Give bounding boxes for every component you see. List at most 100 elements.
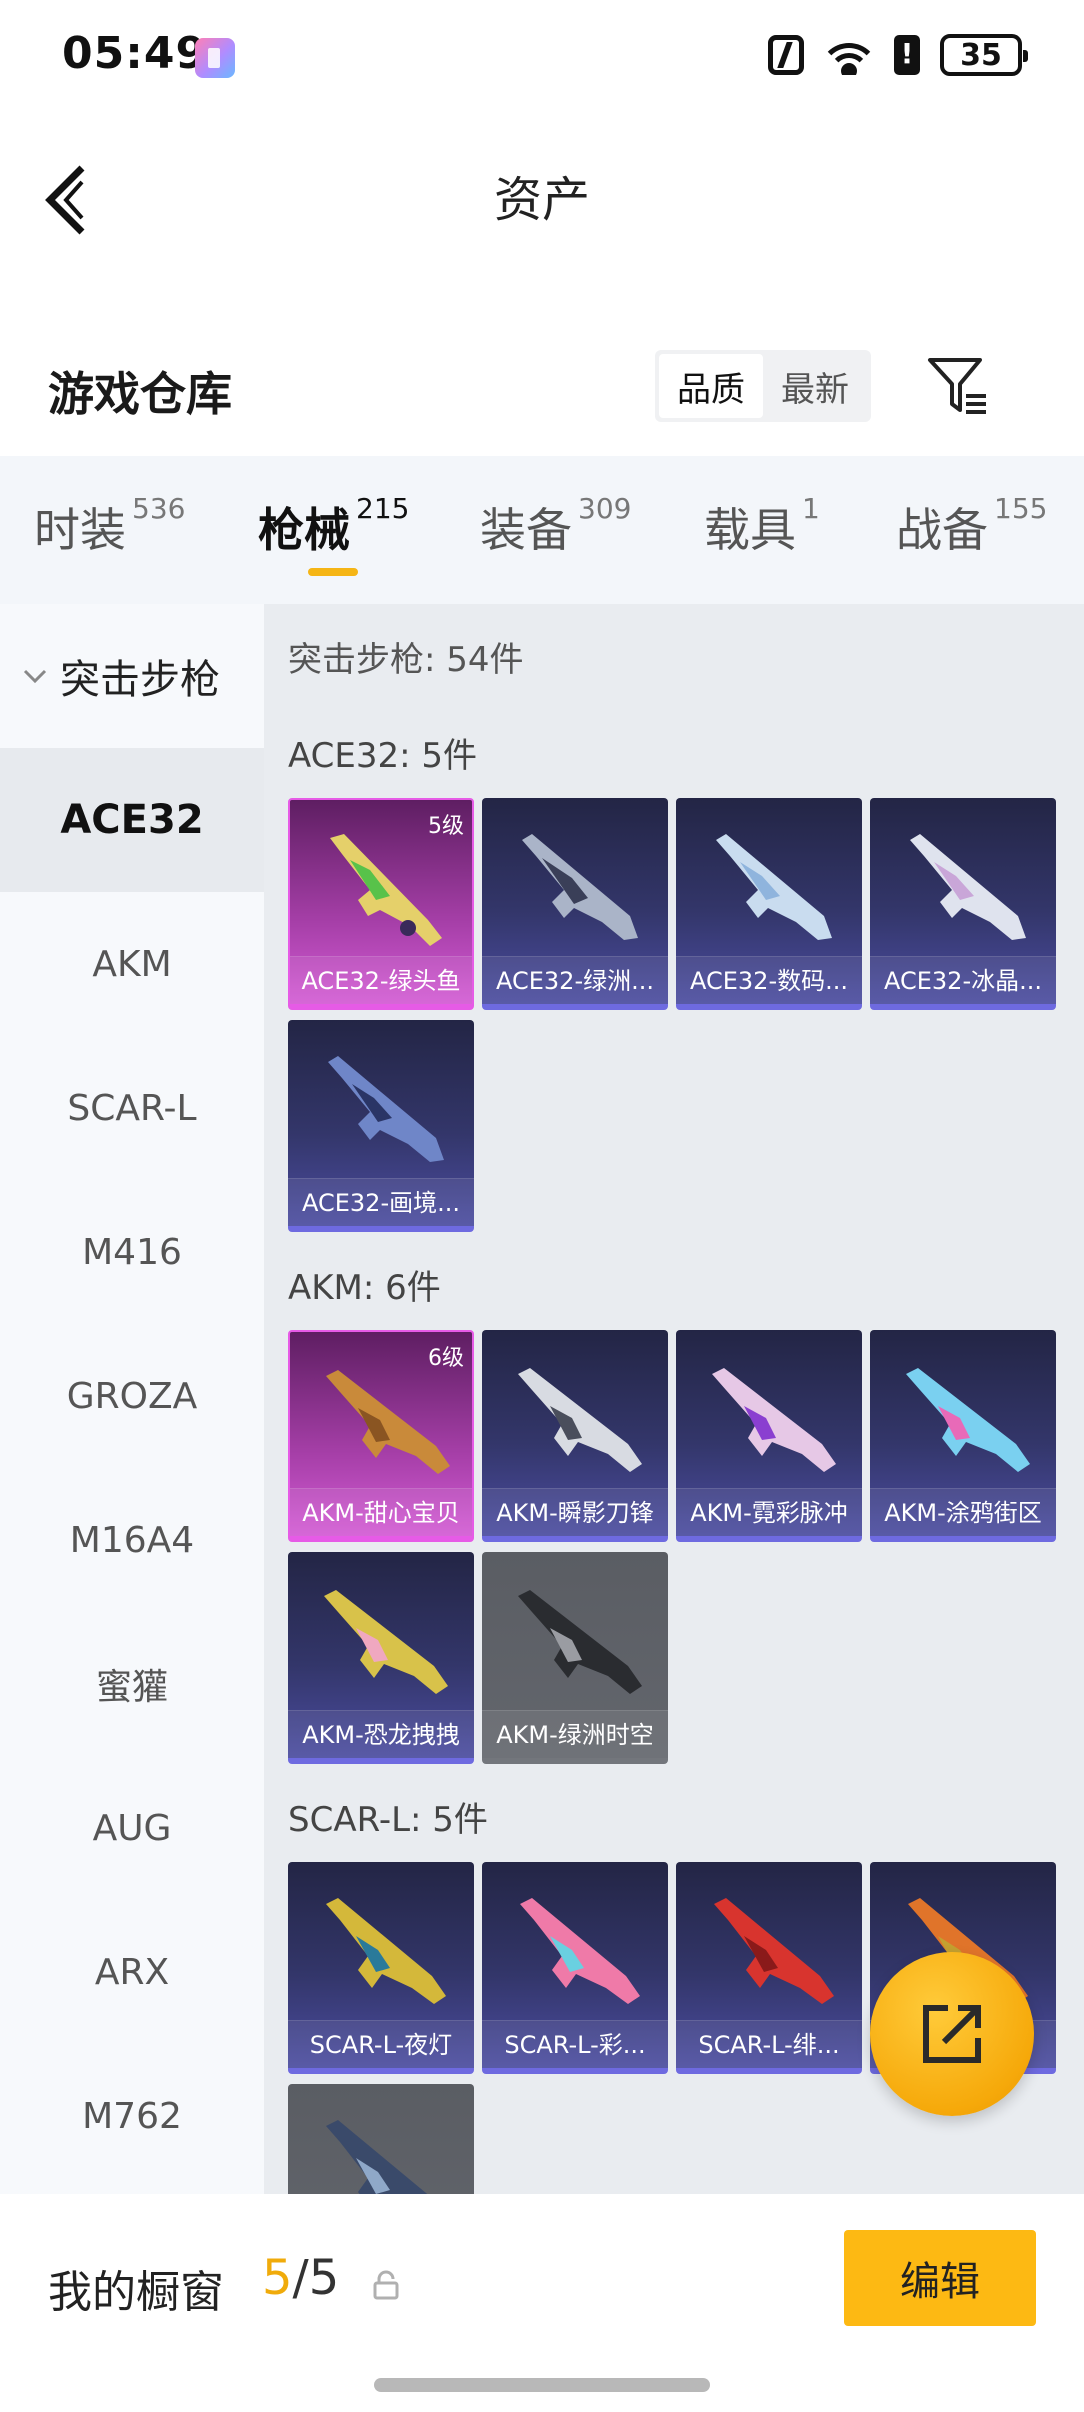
sort-by-quality[interactable]: 品质: [659, 354, 763, 418]
chevron-down-icon: [23, 669, 47, 684]
page-title: 资产: [493, 172, 590, 228]
rifle-skin-icon: [906, 1368, 1030, 1472]
tab-label: 枪械: [258, 503, 350, 557]
weapon-name: SCAR-L-夜灯: [288, 2020, 474, 2068]
wifi-icon: [824, 35, 874, 75]
page-header: 资产: [0, 110, 1084, 270]
weapon-name: AKM-绿洲时空: [482, 1710, 668, 1758]
tab-fashion[interactable]: 时装 536: [34, 492, 186, 560]
group-title: ACE32: 5件: [288, 736, 478, 776]
sort-by-newest[interactable]: 最新: [763, 354, 867, 418]
showcase-current: 5: [262, 2250, 293, 2306]
tab-count: 1: [802, 492, 820, 525]
tab-count: 215: [356, 492, 410, 525]
sidebar-item-ace32[interactable]: ACE32: [0, 748, 264, 892]
rifle-skin-icon: [518, 1368, 642, 1472]
sort-toggle: 品质 最新: [655, 350, 871, 422]
showcase-label: 我的橱窗: [48, 2267, 224, 2318]
tab-vehicles[interactable]: 载具 1: [704, 492, 820, 560]
nfc-icon: [768, 35, 804, 75]
weapon-card[interactable]: AKM-恐龙拽拽: [288, 1552, 474, 1764]
rifle-skin-icon: [326, 2120, 428, 2194]
weapon-card[interactable]: SCAR-L-夜灯: [288, 1862, 474, 2074]
tab-label: 时装: [34, 503, 126, 557]
weapon-card[interactable]: AKM-瞬影刀锋: [482, 1330, 668, 1542]
rifle-skin-icon: [328, 1056, 444, 1162]
tab-label: 战备: [896, 503, 988, 557]
tab-equipment[interactable]: 装备 309: [480, 492, 632, 560]
sidebar-item-groza[interactable]: GROZA: [0, 1324, 264, 1468]
weapon-card[interactable]: SCAR-L-绯...: [676, 1862, 862, 2074]
sidebar-category-header[interactable]: 突击步枪: [0, 604, 264, 748]
weapon-card[interactable]: ACE32-绿洲...: [482, 798, 668, 1010]
sidebar-category-label: 突击步枪: [60, 657, 220, 703]
rifle-skin-icon: [520, 1898, 640, 2004]
weapon-card[interactable]: 5级 ACE32-绿头鱼: [288, 798, 474, 1010]
weapon-card[interactable]: AKM-霓彩脉冲: [676, 1330, 862, 1542]
rifle-skin-icon: [518, 1590, 642, 1694]
weapon-name: ACE32-画境...: [288, 1178, 474, 1226]
tab-label: 载具: [704, 503, 796, 557]
weapon-card[interactable]: ACE32-冰晶...: [870, 798, 1056, 1010]
weapon-type-sidebar: 突击步枪 ACE32 AKM SCAR-L M416 GROZA M16A4 蜜…: [0, 604, 264, 2194]
weapon-card[interactable]: ACE32-画境...: [288, 1020, 474, 1232]
group-title: SCAR-L: 5件: [288, 1800, 488, 1840]
weapon-name: AKM-霓彩脉冲: [676, 1488, 862, 1536]
rifle-skin-icon: [326, 1898, 446, 2004]
category-tabs: 时装 536 枪械 215 装备 309 载具 1 战备 155: [0, 456, 1084, 604]
status-bar: 05:49 35: [0, 0, 1084, 110]
battery-alert-icon: [894, 35, 920, 75]
tab-count: 309: [578, 492, 632, 525]
sidebar-item-m762[interactable]: M762: [0, 2044, 264, 2188]
lock-icon: [373, 2270, 399, 2300]
weapon-name: ACE32-绿洲...: [482, 956, 668, 1004]
weapon-card[interactable]: ACE32-数码...: [676, 798, 862, 1010]
weapon-card[interactable]: AKM-绿洲时空: [482, 1552, 668, 1764]
weapon-card[interactable]: SCAR-L-彩...: [482, 1862, 668, 2074]
warehouse-title: 游戏仓库: [48, 367, 232, 421]
edit-button[interactable]: 编辑: [844, 2230, 1036, 2326]
weapon-name: ACE32-绿头鱼: [290, 956, 472, 1004]
battery-icon: 35: [940, 34, 1028, 76]
weapon-name: AKM-恐龙拽拽: [288, 1710, 474, 1758]
rifle-skin-icon: [330, 834, 442, 946]
showcase-total: /5: [292, 2250, 340, 2306]
sidebar-item-aug[interactable]: AUG: [0, 1756, 264, 1900]
rifle-skin-icon: [522, 834, 638, 940]
tab-supplies[interactable]: 战备 155: [896, 492, 1048, 560]
weapon-name: ACE32-数码...: [676, 956, 862, 1004]
showcase-count: 5/5: [262, 2250, 339, 2306]
weapon-card[interactable]: AKM-涂鸦街区: [870, 1330, 1056, 1542]
weapon-card[interactable]: 6级 AKM-甜心宝贝: [288, 1330, 474, 1542]
share-button[interactable]: [870, 1952, 1034, 2116]
share-icon: [923, 2005, 981, 2063]
weapon-name: SCAR-L-彩...: [482, 2020, 668, 2068]
weapon-name: AKM-甜心宝贝: [290, 1488, 472, 1536]
rifle-skin-icon: [716, 834, 832, 940]
group-title: AKM: 6件: [288, 1268, 441, 1308]
tab-firearms[interactable]: 枪械 215: [258, 492, 410, 560]
filter-button[interactable]: [926, 354, 990, 418]
warehouse-header: 游戏仓库 品质 最新: [0, 330, 1084, 450]
sidebar-item-m416[interactable]: M416: [0, 1180, 264, 1324]
weapon-name: SCAR-L-绯...: [676, 2020, 862, 2068]
tab-count: 536: [132, 492, 186, 525]
home-indicator[interactable]: [374, 2378, 710, 2392]
sidebar-item-m16a4[interactable]: M16A4: [0, 1468, 264, 1612]
active-tab-indicator: [308, 568, 358, 576]
sidebar-item-honey-badger[interactable]: 蜜獾: [0, 1612, 264, 1756]
rifle-skin-icon: [712, 1368, 836, 1472]
category-summary: 突击步枪: 54件: [288, 640, 524, 680]
sidebar-item-scar-l[interactable]: SCAR-L: [0, 1036, 264, 1180]
sidebar-item-akm[interactable]: AKM: [0, 892, 264, 1036]
tab-count: 155: [994, 492, 1048, 525]
weapon-card[interactable]: [288, 2084, 474, 2194]
battery-level: 35: [960, 37, 1002, 73]
showcase-bar: 我的橱窗 5/5 编辑: [0, 2194, 1084, 2412]
sidebar-item-arx[interactable]: ARX: [0, 1900, 264, 2044]
rifle-skin-icon: [326, 1370, 450, 1474]
status-time: 05:49: [62, 28, 208, 79]
rifle-skin-icon: [714, 1898, 834, 2004]
weapon-name: AKM-涂鸦街区: [870, 1488, 1056, 1536]
app-notification-icon: [195, 38, 235, 78]
